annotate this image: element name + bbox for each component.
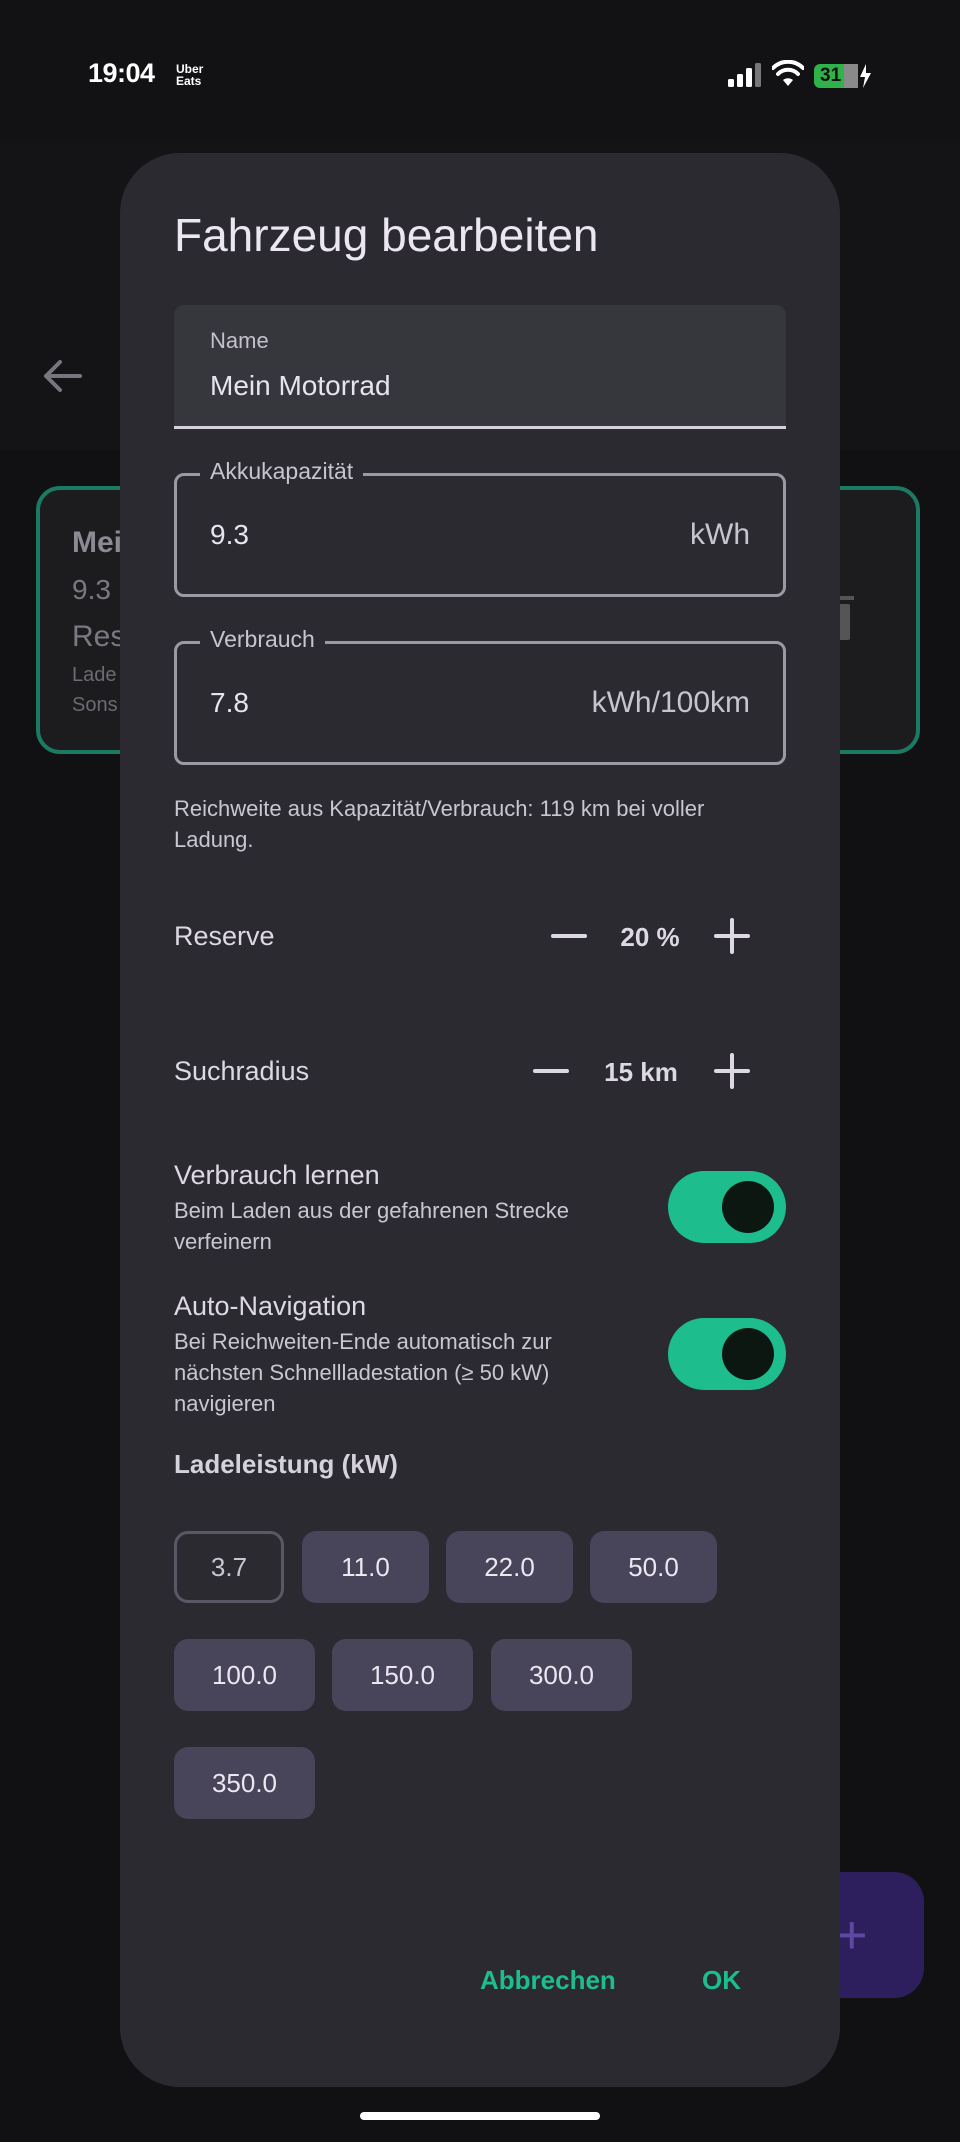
chip-3-7[interactable]: 3.7 bbox=[174, 1531, 284, 1603]
add-icon: + bbox=[836, 1905, 868, 1965]
radius-minus-icon[interactable] bbox=[531, 1051, 571, 1091]
chip-11-0[interactable]: 11.0 bbox=[302, 1531, 429, 1603]
name-field[interactable] bbox=[174, 305, 786, 429]
signal-icon bbox=[728, 63, 761, 87]
chip-150-0[interactable]: 150.0 bbox=[332, 1639, 473, 1711]
vehicle-card-title: Mei bbox=[72, 526, 123, 559]
app-indicator: Uber Eats bbox=[176, 63, 203, 87]
search-radius-value: 15 km bbox=[604, 1057, 678, 1087]
search-radius-label: Suchradius bbox=[174, 1056, 310, 1086]
home-indicator[interactable] bbox=[360, 2112, 600, 2120]
capacity-field-label: Akkukapazität bbox=[200, 458, 364, 485]
dialog-title: Fahrzeug bearbeiten bbox=[174, 209, 599, 261]
auto-navigation-subtitle: Bei Reichweiten-Ende automatisch zur näc… bbox=[174, 1329, 552, 1416]
auto-navigation-switch[interactable] bbox=[668, 1318, 786, 1390]
chip-300-0[interactable]: 300.0 bbox=[491, 1639, 632, 1711]
status-time: 19:04 bbox=[88, 58, 155, 88]
consumption-field-unit: kWh/100km bbox=[591, 686, 750, 719]
name-field-label: Name bbox=[210, 328, 269, 353]
app-indicator-line2: Eats bbox=[176, 74, 202, 88]
chip-50-0[interactable]: 50.0 bbox=[590, 1531, 717, 1603]
name-field-value[interactable]: Mein Motorrad bbox=[210, 370, 391, 402]
reserve-minus-icon[interactable] bbox=[549, 916, 589, 956]
capacity-field-value[interactable]: 9.3 bbox=[210, 519, 249, 551]
auto-navigation-title: Auto-Navigation bbox=[174, 1291, 367, 1321]
reserve-plus-icon[interactable] bbox=[712, 916, 752, 956]
consumption-field-value[interactable]: 7.8 bbox=[210, 687, 249, 719]
learn-consumption-switch[interactable] bbox=[668, 1171, 786, 1243]
consumption-field-label: Verbrauch bbox=[200, 626, 325, 653]
battery-level: 31 bbox=[820, 65, 842, 86]
vehicle-card-other: Sons bbox=[72, 694, 118, 716]
learn-consumption-title: Verbrauch lernen bbox=[174, 1160, 380, 1190]
range-helper-text: Reichweite aus Kapazität/Verbrauch: 119 … bbox=[174, 796, 705, 852]
radius-plus-icon[interactable] bbox=[712, 1051, 752, 1091]
switch-knob bbox=[722, 1328, 774, 1380]
capacity-field-unit: kWh bbox=[690, 518, 750, 551]
chip-350-0[interactable]: 350.0 bbox=[174, 1747, 315, 1819]
reserve-value: 20 % bbox=[620, 922, 680, 952]
learn-consumption-subtitle: Beim Laden aus der gefahrenen Strecke ve… bbox=[174, 1198, 570, 1254]
vehicle-card-charging: Lade bbox=[72, 664, 117, 686]
chip-100-0[interactable]: 100.0 bbox=[174, 1639, 315, 1711]
switch-knob bbox=[722, 1181, 774, 1233]
ok-button[interactable]: OK bbox=[702, 1965, 741, 1996]
vehicle-card-capacity: 9.3 bbox=[72, 574, 111, 605]
cancel-button[interactable]: Abbrechen bbox=[480, 1965, 616, 1996]
battery-icon: 31 bbox=[814, 64, 872, 88]
charging-power-title: Ladeleistung (kW) bbox=[174, 1449, 398, 1479]
vehicle-card-reserve: Res bbox=[72, 620, 126, 653]
back-arrow-icon[interactable] bbox=[40, 354, 84, 398]
wifi-icon bbox=[772, 60, 804, 86]
chip-22-0[interactable]: 22.0 bbox=[446, 1531, 573, 1603]
reserve-label: Reserve bbox=[174, 921, 275, 951]
